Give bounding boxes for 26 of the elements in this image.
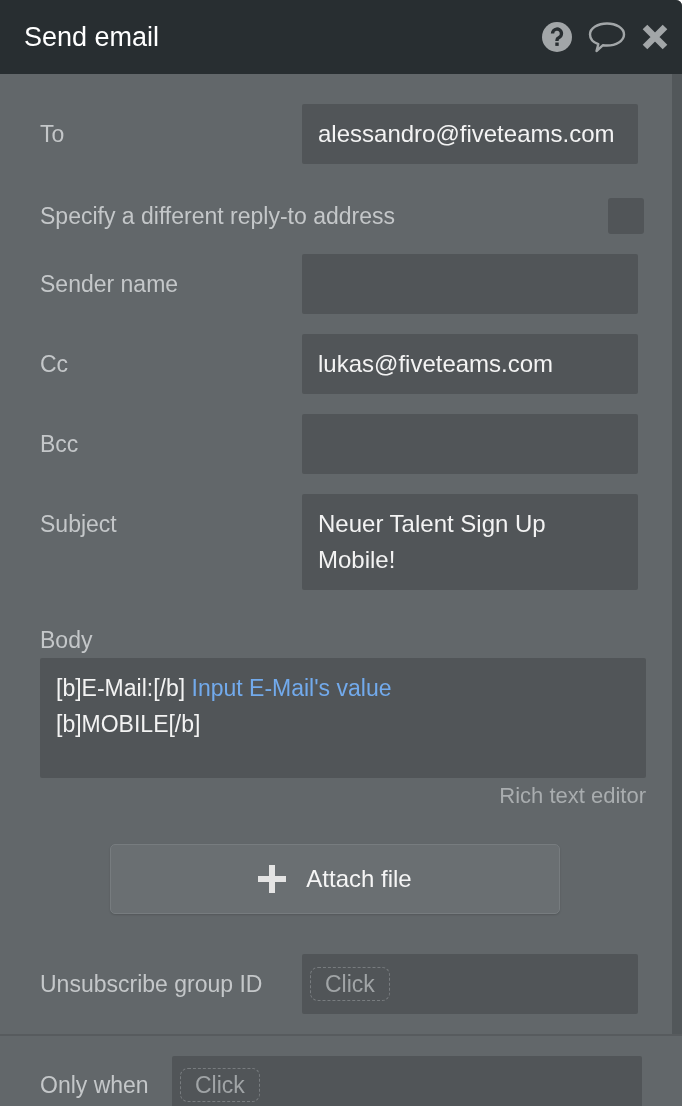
input-field[interactable]: alessandro@fiveteams.com (302, 104, 638, 164)
rich-text-editor-link[interactable]: Rich text editor (499, 782, 646, 810)
field-label: Sender name (40, 270, 180, 299)
expression-field[interactable]: Click (302, 954, 638, 1014)
input-field[interactable]: Neuer Talent Sign Up Mobile! (302, 494, 638, 590)
body-text-field[interactable]: [b]E-Mail:[/b] Input E-Mail's value [b]MOBILE[/b] (40, 658, 646, 778)
click-chip[interactable]: Click (310, 967, 390, 1001)
scrollbar[interactable] (672, 74, 682, 1034)
field-label: Specify a different reply-to address (40, 202, 396, 231)
speech-bubble-icon[interactable] (588, 21, 626, 53)
field-label: Subject (40, 510, 118, 539)
attach-file-button[interactable]: Attach file (110, 844, 560, 914)
field-label: Cc (40, 350, 70, 379)
field-label: Only when (40, 1071, 150, 1100)
dynamic-expression[interactable]: Input E-Mail's value (191, 675, 392, 701)
input-field[interactable]: lukas@fiveteams.com (302, 334, 638, 394)
plus-icon (258, 865, 287, 893)
close-icon[interactable] (642, 24, 668, 50)
condition-field[interactable]: Click (172, 1056, 642, 1106)
field-label: Body (40, 626, 94, 655)
window-title: Send email (24, 21, 161, 54)
field-label: To (40, 120, 66, 149)
field-label: Bcc (40, 430, 80, 459)
help-icon[interactable] (542, 22, 572, 52)
field-label: Unsubscribe group ID (40, 970, 264, 999)
click-chip[interactable]: Click (180, 1068, 260, 1102)
